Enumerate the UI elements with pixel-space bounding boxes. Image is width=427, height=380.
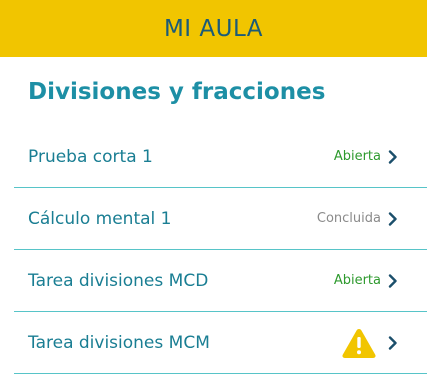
status-label: Concluida (316, 211, 381, 226)
list-item-title: Tarea divisiones MCD (28, 270, 209, 291)
section-title: Divisiones y fracciones (28, 79, 326, 105)
warning-icon (341, 327, 377, 359)
chevron-right-icon (386, 211, 400, 226)
list-item-prueba-corta-1[interactable]: Prueba corta 1 Abierta (14, 126, 427, 188)
chevron-right-icon (386, 273, 400, 288)
list-item-title: Tarea divisiones MCM (28, 332, 210, 353)
list-item-title: Cálculo mental 1 (28, 208, 172, 229)
app-title: MI AULA (163, 15, 264, 42)
chevron-right-icon (386, 149, 400, 164)
activity-list: Prueba corta 1 Abierta Cálculo mental 1 … (14, 126, 427, 374)
list-item-tarea-divisiones-mcd[interactable]: Tarea divisiones MCD Abierta (14, 250, 427, 312)
list-item-calculo-mental-1[interactable]: Cálculo mental 1 Concluida (14, 188, 427, 250)
app-header: MI AULA (0, 0, 427, 57)
chevron-right-icon (386, 335, 400, 350)
list-item-title: Prueba corta 1 (28, 146, 153, 167)
status-label: Abierta (333, 149, 381, 164)
list-item-tarea-divisiones-mcm[interactable]: Tarea divisiones MCM (14, 312, 427, 374)
status-label: Abierta (333, 273, 381, 288)
